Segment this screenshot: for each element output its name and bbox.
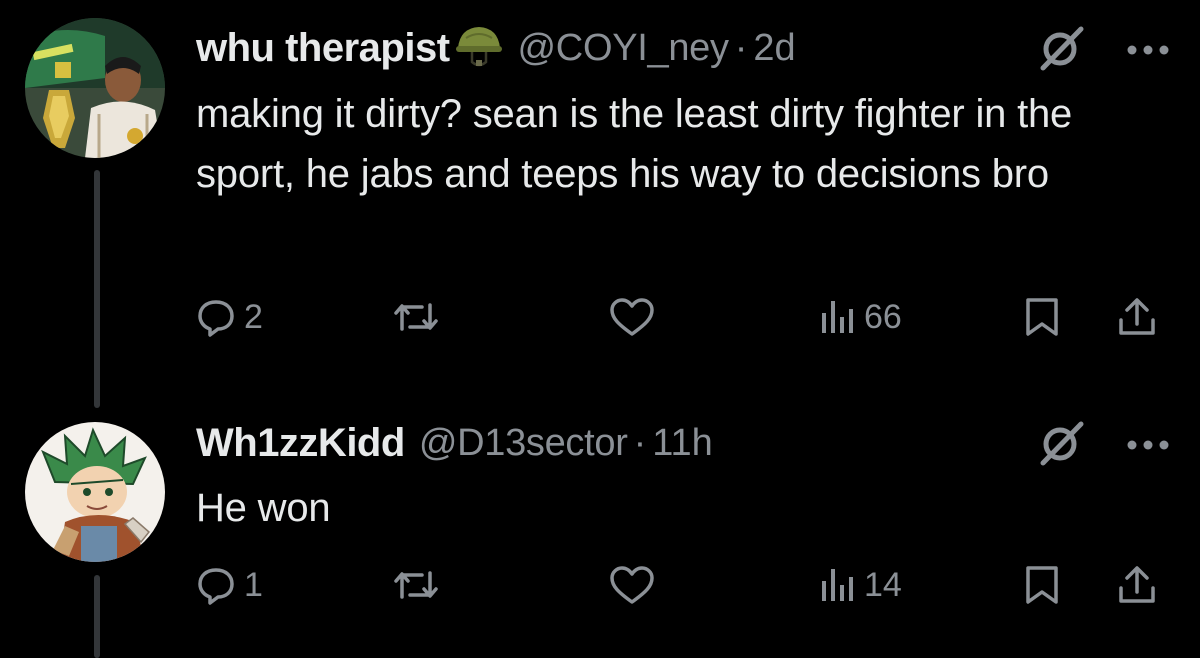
avatar[interactable] [25,422,165,562]
tweet-text: He won [196,486,331,530]
views-button[interactable]: 66 [820,292,902,342]
like-icon [608,296,656,338]
avatar[interactable] [25,18,165,158]
user-handle[interactable]: @COYI_ney [518,27,729,70]
bookmark-button[interactable] [1024,560,1060,610]
retweet-button[interactable] [392,292,440,342]
bookmark-icon [1024,296,1060,338]
views-count: 14 [864,565,902,604]
like-button[interactable] [608,292,656,342]
timestamp[interactable]: 11h [652,422,713,465]
views-button[interactable]: 14 [820,560,902,610]
display-name[interactable]: whu therapist [196,26,450,71]
retweet-icon [392,297,440,337]
share-button[interactable] [1116,292,1158,342]
separator-dot: · [734,26,748,69]
separator-dot: · [633,421,647,464]
display-name[interactable]: Wh1zzKidd [196,421,405,466]
retweet-icon [392,565,440,605]
reply-button[interactable]: 2 [196,292,263,342]
tweet-header: Wh1zzKidd @D13sector · 11h [196,418,713,468]
retweet-button[interactable] [392,560,440,610]
reply-icon [196,297,236,337]
like-button[interactable] [608,560,656,610]
tweet-header: whu therapist @COYI_ney · 2d [196,23,796,73]
views-count: 66 [864,297,902,336]
more-icon[interactable] [1126,43,1170,55]
more-icon[interactable] [1126,438,1170,450]
share-icon [1116,564,1158,606]
share-button[interactable] [1116,560,1158,610]
timestamp[interactable]: 2d [753,27,795,70]
views-icon [820,565,856,605]
action-bar: 1 14 [196,560,1176,610]
like-icon [608,564,656,606]
grok-icon[interactable] [1039,420,1085,466]
action-bar: 2 66 [196,292,1176,342]
tweet-1[interactable]: whu therapist @COYI_ney · 2d making it d… [0,0,1200,390]
reply-icon [196,565,236,605]
military-helmet-icon [454,22,504,75]
tweet-text: making it dirty? sean is the least dirty… [196,92,1073,196]
views-icon [820,297,856,337]
reply-button[interactable]: 1 [196,560,263,610]
reply-count: 1 [244,565,263,604]
share-icon [1116,296,1158,338]
user-handle[interactable]: @D13sector [419,422,628,465]
grok-icon[interactable] [1039,25,1085,71]
tweet-2[interactable]: Wh1zzKidd @D13sector · 11h He won 1 14 [0,400,1200,658]
reply-count: 2 [244,297,263,336]
bookmark-icon [1024,564,1060,606]
bookmark-button[interactable] [1024,292,1060,342]
